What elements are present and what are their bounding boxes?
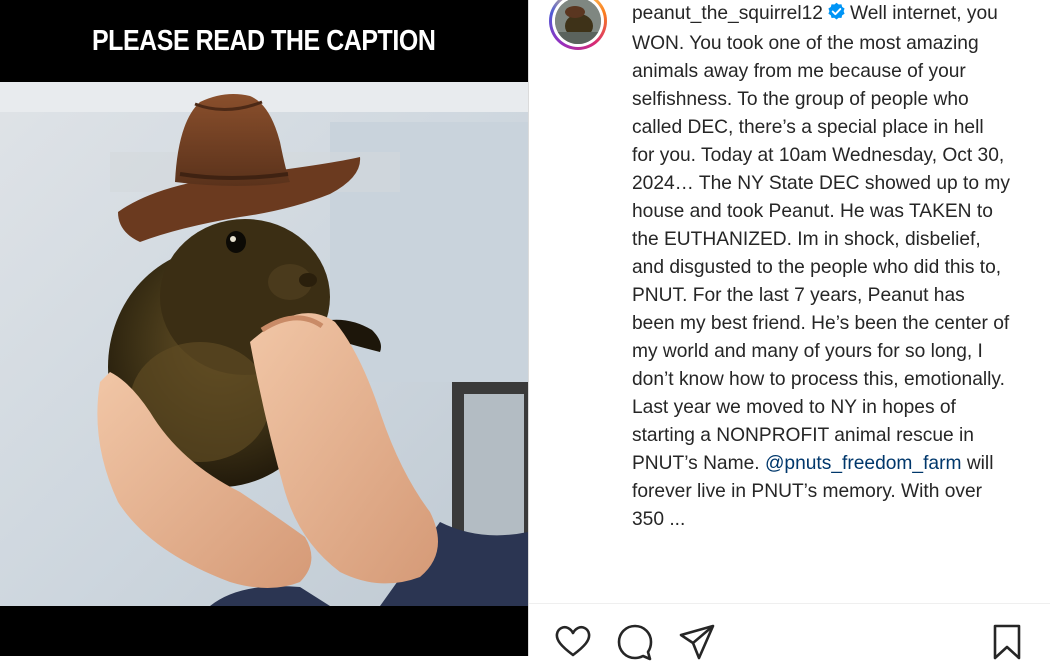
- comment-icon[interactable]: [615, 622, 655, 662]
- squirrel-photo-illustration: [0, 82, 528, 606]
- paper-plane-icon[interactable]: [677, 622, 717, 662]
- post-media[interactable]: PLEASE READ THE CAPTION: [0, 0, 528, 656]
- username-link[interactable]: peanut_the_squirrel12: [632, 3, 823, 24]
- caption: peanut_the_squirrel12 Well internet, you …: [632, 0, 1010, 534]
- avatar-image: [555, 0, 601, 44]
- heart-icon[interactable]: [553, 622, 593, 662]
- media-bottom-bar: [0, 606, 528, 656]
- post-details-panel: peanut_the_squirrel12 Well internet, you …: [529, 0, 1050, 661]
- mention-link[interactable]: @pnuts_freedom_farm: [765, 453, 962, 474]
- caption-body: Well internet, you WON. You took one of …: [632, 3, 1010, 474]
- verified-badge-icon: [827, 2, 846, 30]
- media-overlay-bar: PLEASE READ THE CAPTION: [0, 0, 528, 82]
- post-photo[interactable]: [0, 82, 528, 606]
- caption-scroll-area[interactable]: peanut_the_squirrel12 Well internet, you …: [632, 0, 1010, 603]
- bookmark-icon[interactable]: [987, 622, 1027, 662]
- avatar-story-ring[interactable]: [549, 0, 607, 50]
- media-overlay-text: PLEASE READ THE CAPTION: [92, 24, 436, 57]
- post-action-bar: [529, 604, 1050, 661]
- avatar[interactable]: [552, 0, 604, 47]
